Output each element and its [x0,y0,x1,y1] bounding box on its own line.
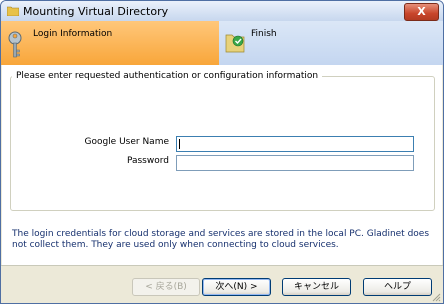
next-button[interactable]: 次へ(N) > [202,278,271,296]
window-title: Mounting Virtual Directory [23,5,169,18]
title-bar[interactable]: Mounting Virtual Directory X [1,1,443,21]
help-button[interactable]: ヘルプ [363,278,432,296]
resize-grip-icon[interactable] [431,292,441,302]
credentials-note: The login credentials for cloud storage … [12,229,430,250]
close-button[interactable]: X [404,3,439,21]
cancel-button[interactable]: キャンセル [282,278,351,296]
wizard-window: Mounting Virtual Directory X Login Infor… [0,0,444,304]
folder-check-icon [225,34,245,53]
step-label-finish: Finish [251,29,277,39]
user-name-input[interactable] [176,136,414,152]
step-finish: Finish [219,21,443,65]
step-label-login: Login Information [33,29,113,39]
button-bar: < 戻る(B) 次へ(N) > キャンセル ヘルプ [1,265,443,303]
user-name-label: Google User Name [84,137,169,147]
content-panel: Please enter requested authentication or… [2,65,442,265]
step-login-information: Login Information [1,21,219,65]
wizard-steps: Login Information Finish [1,21,443,65]
password-input[interactable] [176,155,414,171]
group-legend: Please enter requested authentication or… [12,71,323,81]
key-icon [8,31,22,58]
text-caret [179,139,180,149]
back-button[interactable]: < 戻る(B) [132,278,200,296]
folder-icon [7,6,19,16]
password-label: Password [126,156,169,166]
